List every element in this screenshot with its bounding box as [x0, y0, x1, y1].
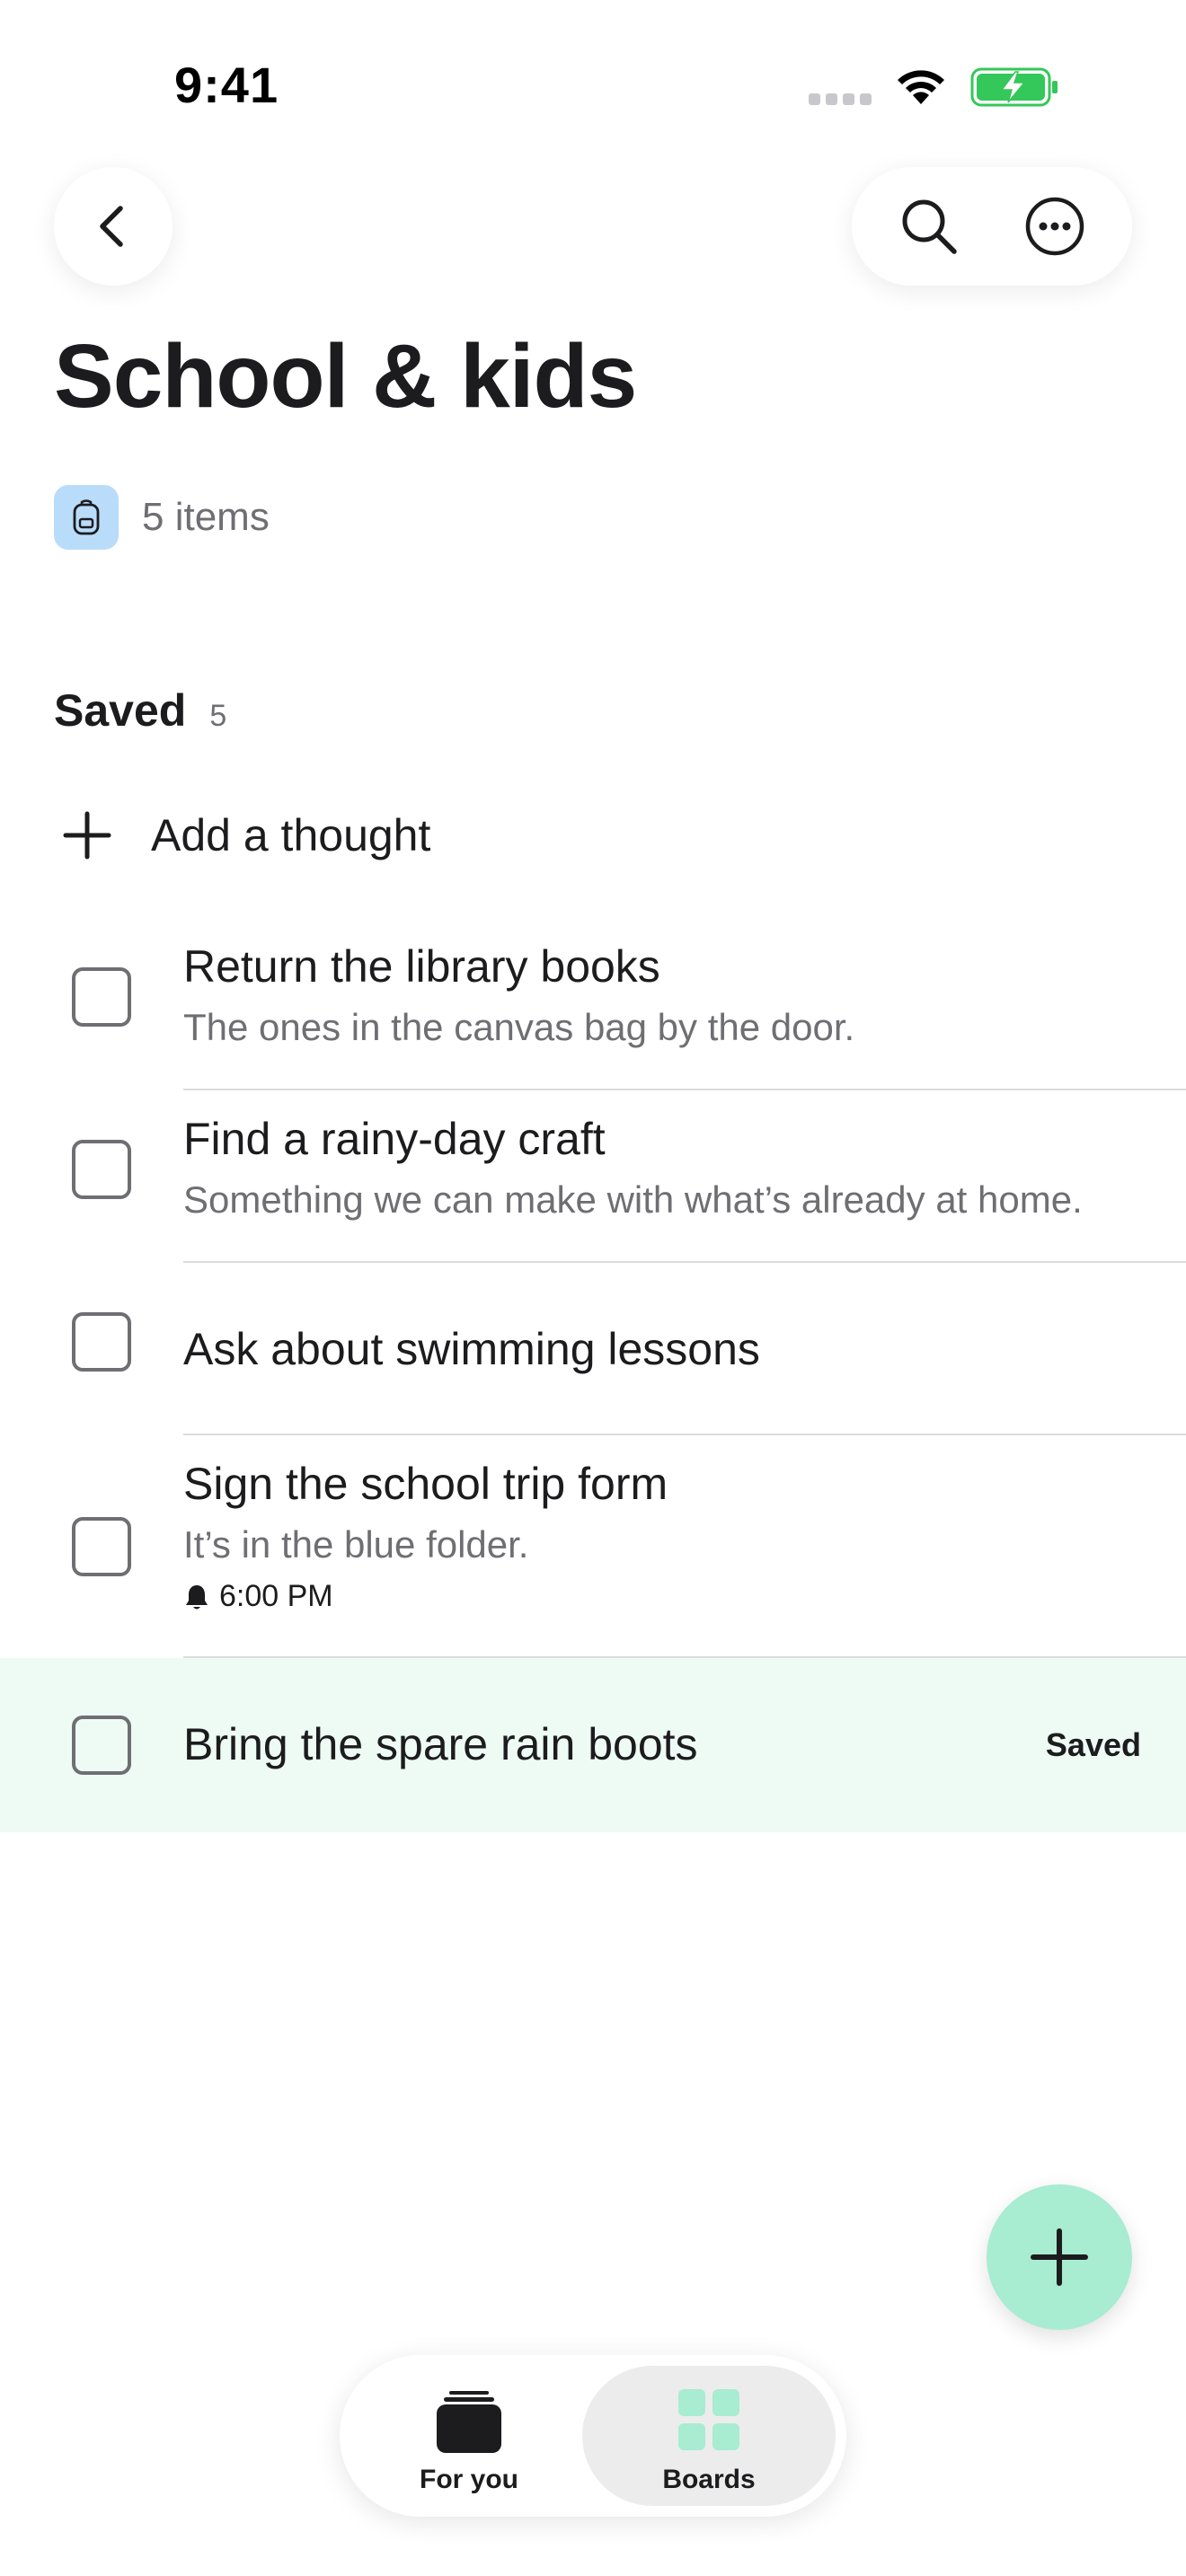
add-thought-label: Add a thought: [151, 810, 431, 860]
battery-charging-icon: [970, 67, 1058, 107]
section-header: Saved 5: [54, 684, 226, 737]
saved-status: Saved: [1045, 1726, 1141, 1763]
status-icons: [809, 65, 1078, 108]
item-note: It’s in the blue folder.: [183, 1523, 529, 1566]
board-meta: 5 items: [54, 485, 270, 550]
list-item[interactable]: Sign the school trip form It’s in the bl…: [0, 1435, 1186, 1658]
checkbox[interactable]: [72, 1140, 131, 1199]
plus-icon: [54, 802, 120, 869]
tab-boards[interactable]: Boards: [582, 2366, 836, 2506]
grid-icon: [678, 2389, 739, 2450]
checkbox[interactable]: [72, 1517, 131, 1576]
item-title: Bring the spare rain boots: [183, 1719, 698, 1769]
checkbox[interactable]: [72, 967, 131, 1027]
wifi-icon: [898, 70, 944, 104]
page-title: School & kids: [54, 326, 637, 427]
cellular-signal-icon: [809, 93, 872, 106]
reminder-time: 6:00 PM: [219, 1579, 333, 1613]
list-item[interactable]: Find a rainy-day craft Something we can …: [0, 1090, 1186, 1263]
board-icon: [54, 485, 119, 550]
more-button[interactable]: [1012, 183, 1098, 269]
section-title: Saved: [54, 685, 187, 736]
more-options-icon: [1025, 197, 1084, 256]
chevron-left-icon: [100, 206, 123, 247]
checkbox[interactable]: [72, 1312, 131, 1372]
checkbox[interactable]: [72, 1716, 131, 1775]
item-note: Something we can make with what’s alread…: [183, 1178, 1083, 1221]
stack-icon: [437, 2391, 501, 2453]
back-button[interactable]: [54, 167, 173, 286]
search-icon: [902, 199, 957, 254]
reminder: 6:00 PM: [183, 1579, 1145, 1614]
list-item[interactable]: Ask about swimming lessons: [0, 1263, 1186, 1435]
status-time: 9:41: [174, 57, 279, 113]
tab-for-you[interactable]: For you: [358, 2366, 580, 2506]
section-count: 5: [209, 699, 227, 733]
add-thought-button[interactable]: Add a thought: [54, 799, 430, 871]
plus-icon: [1031, 2228, 1088, 2286]
item-title: Sign the school trip form: [183, 1459, 668, 1509]
list-item[interactable]: Bring the spare rain boots Saved: [0, 1658, 1186, 1832]
tab-bar: For you Boards: [340, 2355, 846, 2517]
add-button[interactable]: [987, 2184, 1132, 2330]
search-button[interactable]: [886, 183, 972, 269]
item-title: Find a rainy-day craft: [183, 1114, 606, 1164]
item-title: Ask about swimming lessons: [183, 1324, 760, 1374]
header-actions: [852, 167, 1132, 286]
bell-icon: [186, 1584, 208, 1609]
list-item[interactable]: Return the library books The ones in the…: [0, 918, 1186, 1090]
backpack-icon: [73, 499, 100, 535]
item-note: The ones in the canvas bag by the door.: [183, 1006, 855, 1048]
item-title: Return the library books: [183, 941, 660, 992]
thought-list: Return the library books The ones in the…: [0, 918, 1186, 1832]
item-count: 5 items: [142, 495, 270, 539]
tab-label: For you: [420, 2465, 518, 2494]
tab-label: Boards: [662, 2465, 756, 2494]
